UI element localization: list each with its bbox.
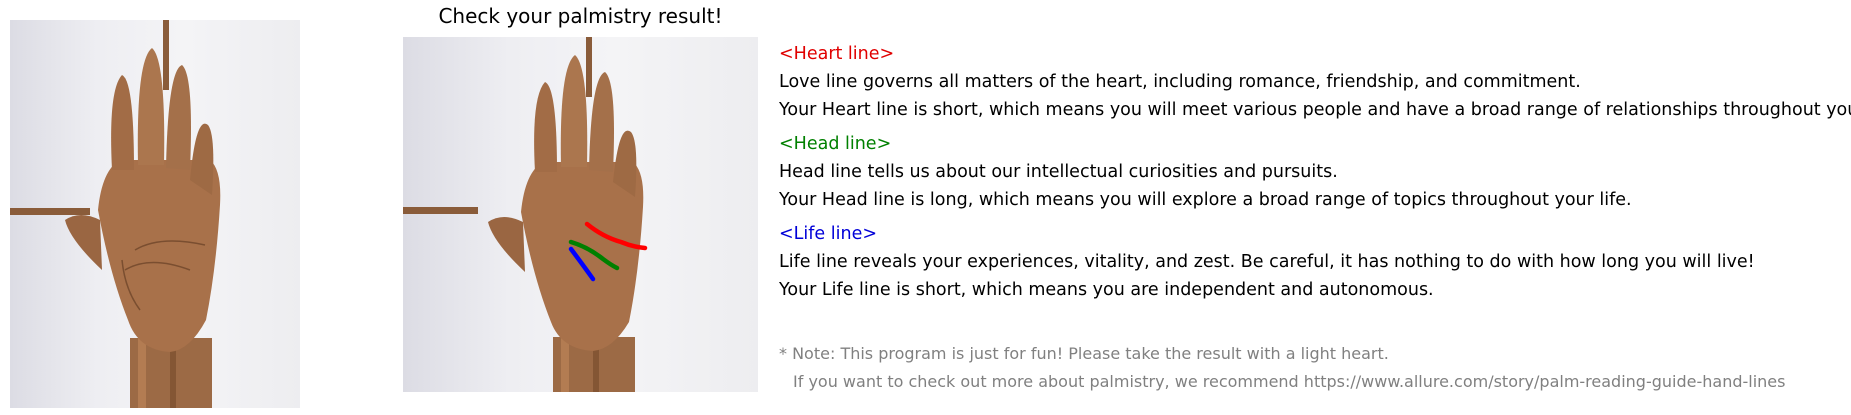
original-hand-image [10,20,300,408]
head-line-section: <Head line> Head line tells us about our… [779,130,1839,214]
heart-line-section: <Heart line> Love line governs all matte… [779,40,1851,124]
annotated-hand-illustration [403,37,648,392]
annotated-hand-image [403,37,758,392]
head-line-result: Your Head line is long, which means you … [779,190,1632,210]
hand-illustration [10,20,221,408]
head-line-heading: <Head line> [779,134,892,154]
life-line-description: Life line reveals your experiences, vita… [779,252,1755,272]
life-line-heading: <Life line> [779,224,878,244]
page-title: Check your palmistry result! [438,4,723,28]
disclaimer-note: * Note: This program is just for fun! Pl… [779,340,1839,396]
head-line-description: Head line tells us about our intellectua… [779,162,1338,182]
life-line-result: Your Life line is short, which means you… [779,280,1434,300]
heart-line-result: Your Heart line is short, which means yo… [779,100,1851,120]
palmistry-result-figure: Check your palmistry result! <Heart line… [0,0,1851,415]
palmistry-result-text: <Heart line> Love line governs all matte… [779,40,1851,396]
note-line-1: * Note: This program is just for fun! Pl… [779,344,1389,363]
life-line-section: <Life line> Life line reveals your exper… [779,220,1839,304]
heart-line-description: Love line governs all matters of the hea… [779,72,1581,92]
heart-line-heading: <Heart line> [779,44,895,64]
note-line-2: If you want to check out more about palm… [793,372,1786,391]
